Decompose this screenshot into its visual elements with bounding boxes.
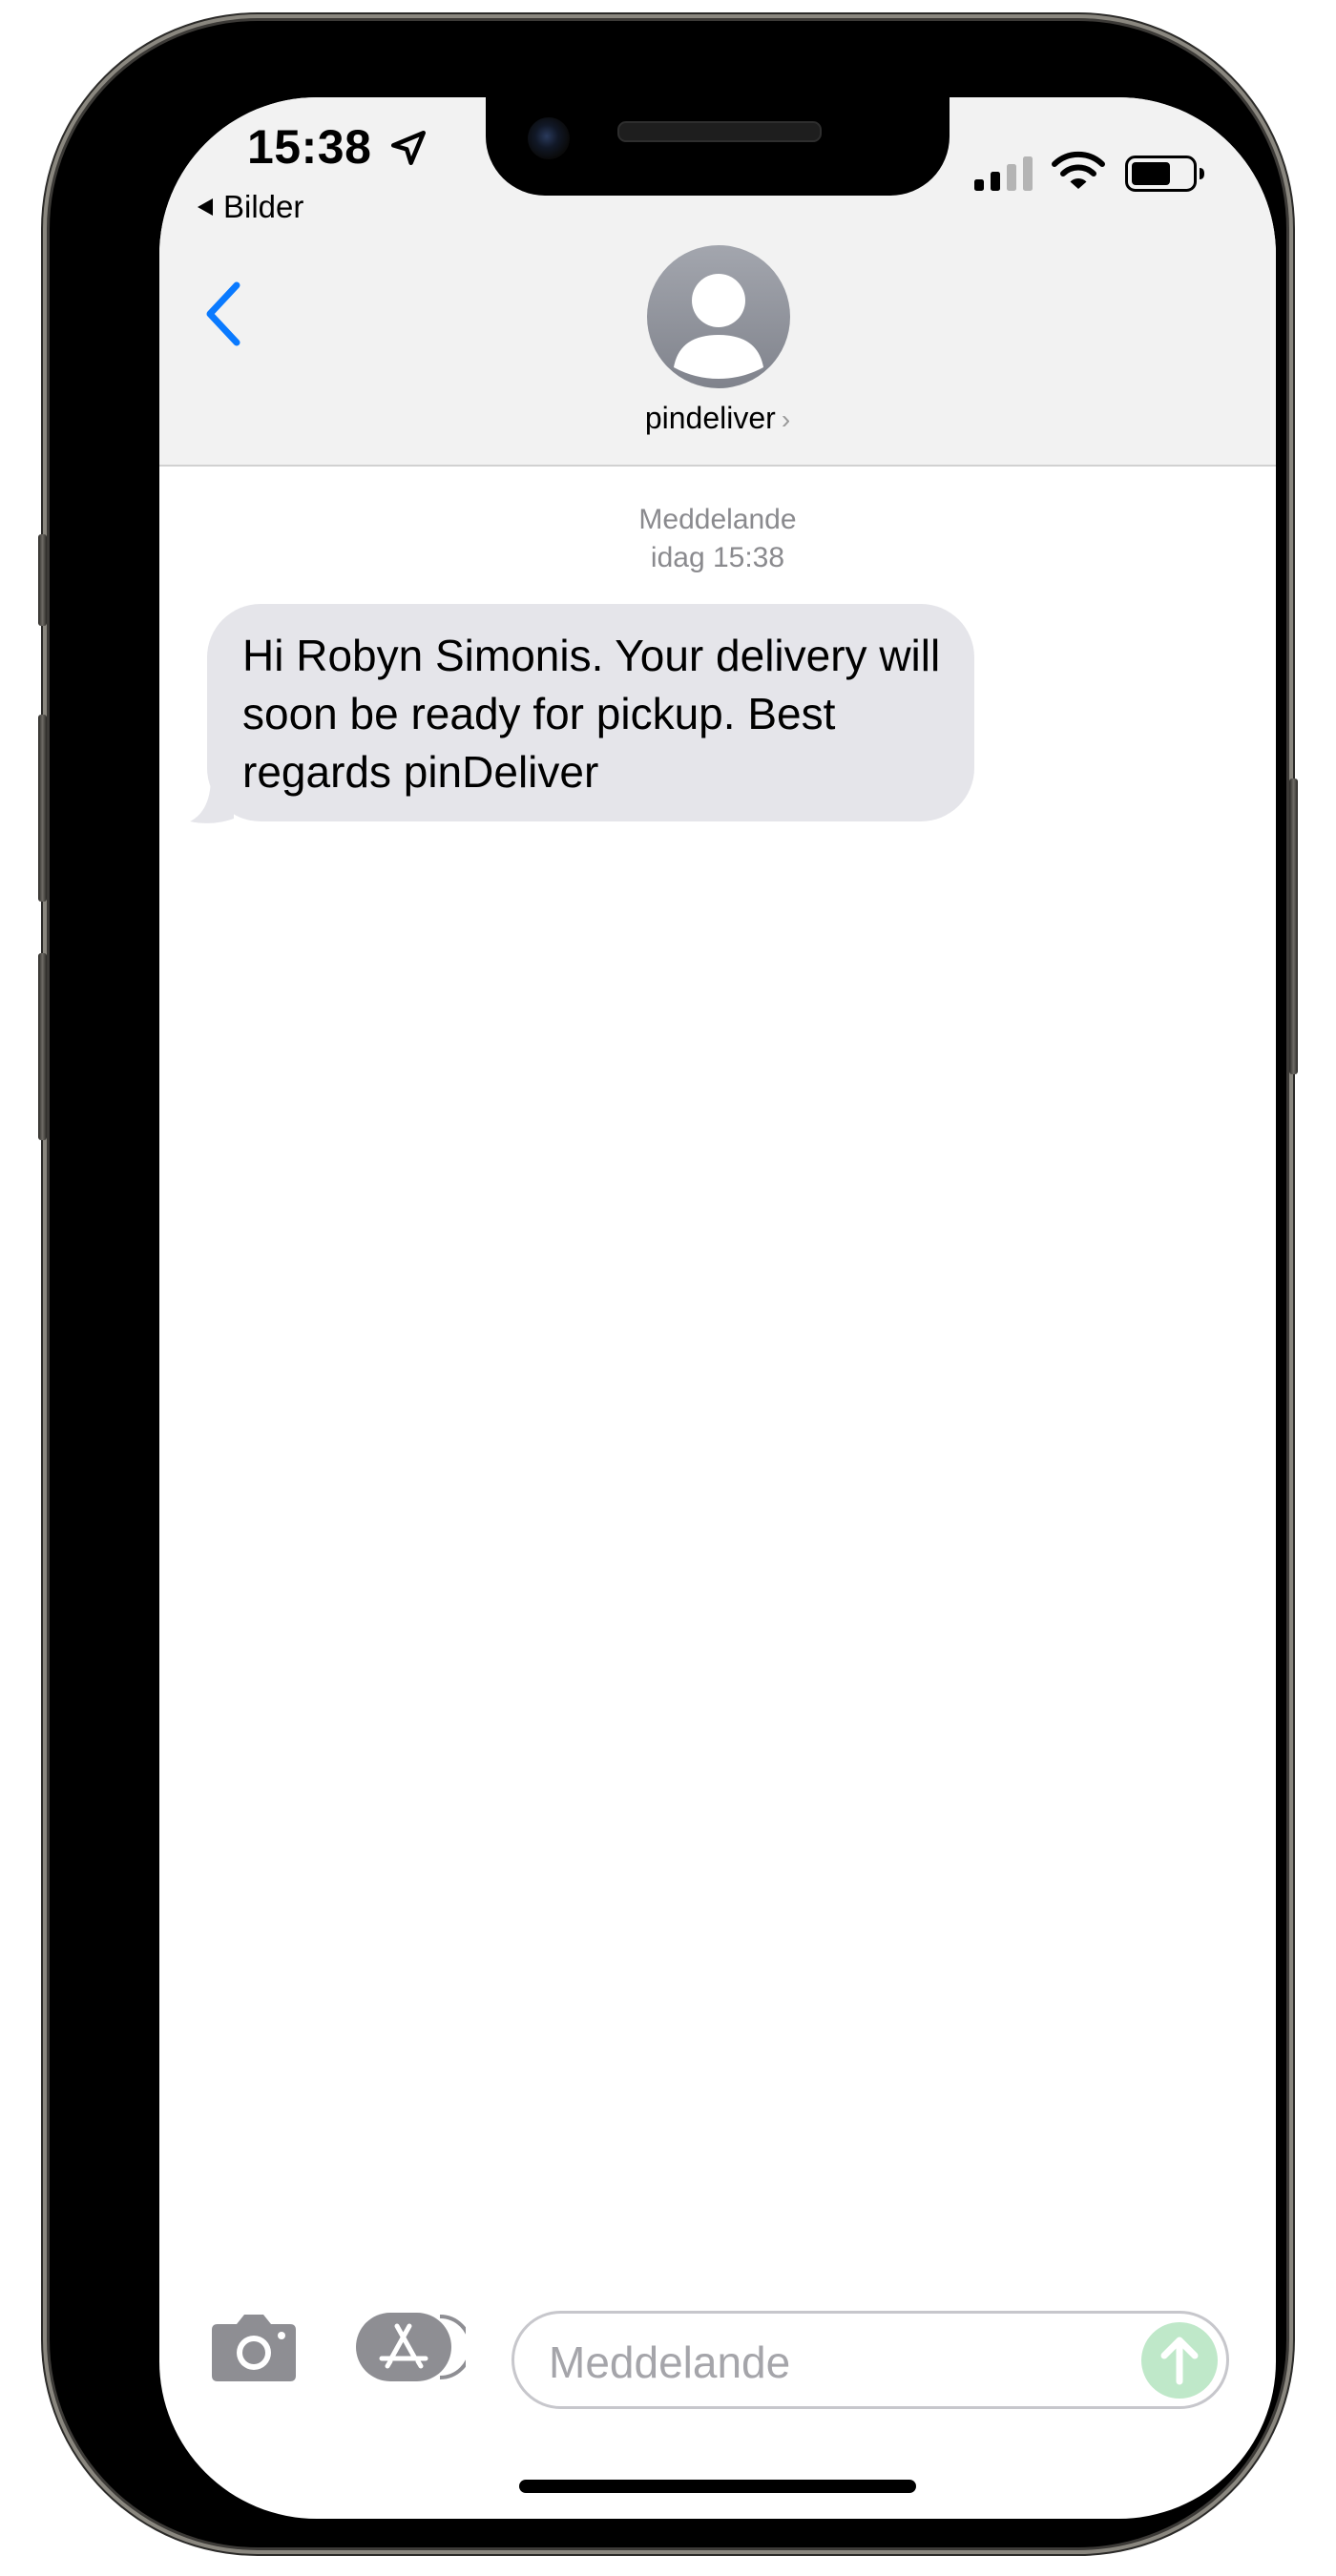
message-timestamp: idag 15:38 bbox=[650, 542, 785, 573]
back-app-label: Bilder bbox=[223, 189, 304, 224]
message-meta: Meddelande idag 15:38 bbox=[159, 501, 1276, 577]
earpiece-speaker bbox=[617, 121, 822, 142]
message-input-placeholder: Meddelande bbox=[549, 2337, 791, 2387]
phone-frame: 15:38 Bilder pindeliver › Meddelande ida… bbox=[38, 21, 1298, 2547]
wifi-icon bbox=[1052, 151, 1105, 189]
volume-down-button bbox=[38, 953, 47, 1140]
power-button bbox=[1289, 779, 1298, 1074]
location-arrow-icon bbox=[390, 130, 427, 166]
silent-switch bbox=[38, 534, 47, 626]
app-store-icon[interactable] bbox=[356, 2313, 466, 2381]
arrow-up-icon bbox=[1160, 2337, 1199, 2385]
send-button[interactable] bbox=[1141, 2322, 1218, 2399]
cellular-signal-icon bbox=[974, 156, 1033, 191]
message-input[interactable]: Meddelande bbox=[511, 2311, 1229, 2409]
chevron-right-icon: › bbox=[781, 405, 791, 434]
home-indicator[interactable] bbox=[519, 2480, 916, 2493]
volume-up-button bbox=[38, 715, 47, 902]
contact-name-label: pindeliver bbox=[644, 401, 776, 435]
status-time: 15:38 bbox=[247, 120, 372, 174]
person-icon bbox=[674, 274, 763, 379]
camera-icon[interactable] bbox=[210, 2311, 298, 2383]
incoming-message-bubble[interactable]: Hi Robyn Simonis. Your delivery will soo… bbox=[207, 604, 974, 821]
contact-avatar[interactable] bbox=[647, 245, 790, 388]
contact-name[interactable]: pindeliver › bbox=[159, 401, 1276, 436]
back-triangle-icon bbox=[198, 198, 213, 216]
chevron-left-icon[interactable] bbox=[202, 280, 244, 347]
battery-icon bbox=[1125, 156, 1204, 192]
back-to-app-link[interactable]: Bilder bbox=[198, 189, 303, 225]
front-camera bbox=[528, 117, 570, 159]
service-label: Meddelande bbox=[638, 504, 797, 535]
screen: 15:38 Bilder pindeliver › Meddelande ida… bbox=[159, 97, 1276, 2519]
